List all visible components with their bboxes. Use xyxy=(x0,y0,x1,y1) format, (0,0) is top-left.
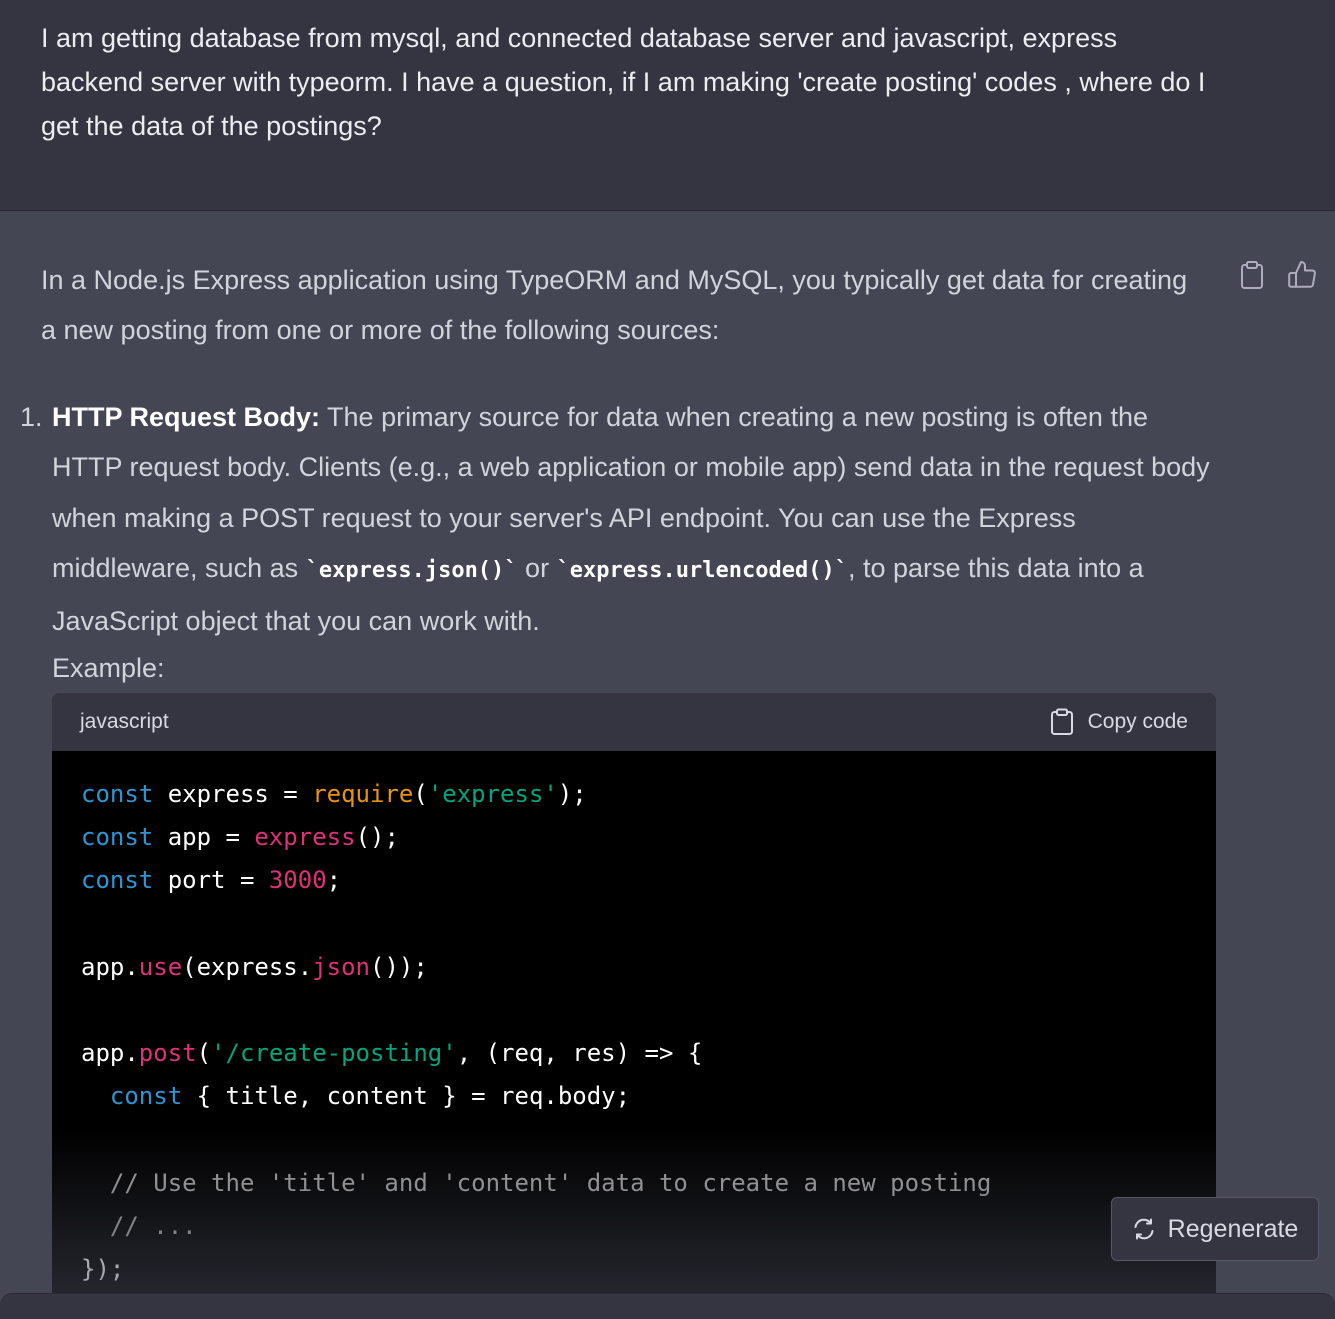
code-block-header: javascript Copy code xyxy=(52,693,1216,751)
code-line: app.post('/create-posting', (req, res) =… xyxy=(81,1032,991,1075)
inline-code-express-urlencoded: `express.urlencoded()` xyxy=(556,557,848,583)
inline-code-express-json: `express.json()` xyxy=(305,557,518,583)
list-item-title: HTTP Request Body: xyxy=(52,402,321,432)
code-token: { title, content } = req.body; xyxy=(182,1082,631,1111)
code-token: use xyxy=(138,952,183,981)
thumbs-up-icon[interactable] xyxy=(1286,259,1318,291)
code-token: ()); xyxy=(370,952,428,981)
code-token: '/create-posting' xyxy=(211,1039,457,1068)
code-line: }); xyxy=(81,1248,991,1291)
code-token: express = xyxy=(153,780,313,808)
code-token: json xyxy=(312,952,370,981)
copy-code-label: Copy code xyxy=(1087,710,1188,733)
code-token: const xyxy=(81,866,154,895)
user-message-text: I am getting database from mysql, and co… xyxy=(41,23,1206,141)
code-token: app. xyxy=(81,1039,139,1068)
code-token: (express. xyxy=(182,952,313,981)
code-line: app.use(express.json()); xyxy=(81,946,991,989)
code-content: const express = require('express'); const… xyxy=(81,773,991,1291)
chat-view: I am getting database from mysql, and co… xyxy=(0,0,1335,1319)
code-token: post xyxy=(138,1039,197,1068)
example-label: Example: xyxy=(52,653,165,683)
assistant-intro-text: In a Node.js Express application using T… xyxy=(41,265,1188,345)
code-token: (); xyxy=(355,823,399,852)
code-token: app. xyxy=(81,952,139,981)
code-line: // ... xyxy=(81,1205,991,1248)
code-line: const app = express(); xyxy=(81,816,991,859)
list-item-number: 1. xyxy=(20,402,43,432)
code-token: // ... xyxy=(81,1211,197,1240)
code-token: ( xyxy=(196,1039,212,1068)
refresh-icon xyxy=(1134,1218,1154,1240)
code-token: // Use the 'title' and 'content' data to… xyxy=(81,1168,992,1197)
code-token: require xyxy=(312,780,414,808)
code-line: // Use the 'title' and 'content' data to… xyxy=(81,1162,991,1205)
code-token: express xyxy=(254,823,356,852)
code-token: }); xyxy=(81,1255,125,1284)
code-token: ( xyxy=(413,780,428,808)
regenerate-button[interactable]: Regenerate xyxy=(1111,1197,1319,1261)
code-line: const port = 3000; xyxy=(81,859,991,902)
code-line: const { title, content } = req.body; xyxy=(81,1075,991,1118)
code-token: const xyxy=(81,823,154,852)
clipboard-icon[interactable] xyxy=(1236,259,1268,291)
code-token: const xyxy=(81,780,154,808)
code-language-label: javascript xyxy=(80,710,169,733)
code-token: , (req, res) => { xyxy=(456,1039,703,1068)
clipboard-icon xyxy=(1050,708,1073,735)
copy-code-button[interactable]: Copy code xyxy=(1050,705,1188,739)
code-token: ; xyxy=(326,866,342,895)
assistant-message: In a Node.js Express application using T… xyxy=(0,211,1335,1319)
list-item-body: HTTP Request Body: The primary source fo… xyxy=(52,392,1212,646)
code-token: 'express' xyxy=(427,780,558,808)
code-token: const xyxy=(109,1082,183,1111)
code-token: ); xyxy=(557,780,587,808)
input-area-edge xyxy=(0,1293,1335,1319)
code-block: javascript Copy code const express = req… xyxy=(52,693,1216,1319)
list-item-text: or xyxy=(517,552,557,583)
code-token: 3000 xyxy=(268,866,327,895)
regenerate-label: Regenerate xyxy=(1167,1214,1299,1243)
code-line: const express = require('express'); xyxy=(81,773,991,816)
code-token: port = xyxy=(153,866,269,895)
user-message: I am getting database from mysql, and co… xyxy=(0,0,1335,211)
code-token: app = xyxy=(153,823,255,852)
